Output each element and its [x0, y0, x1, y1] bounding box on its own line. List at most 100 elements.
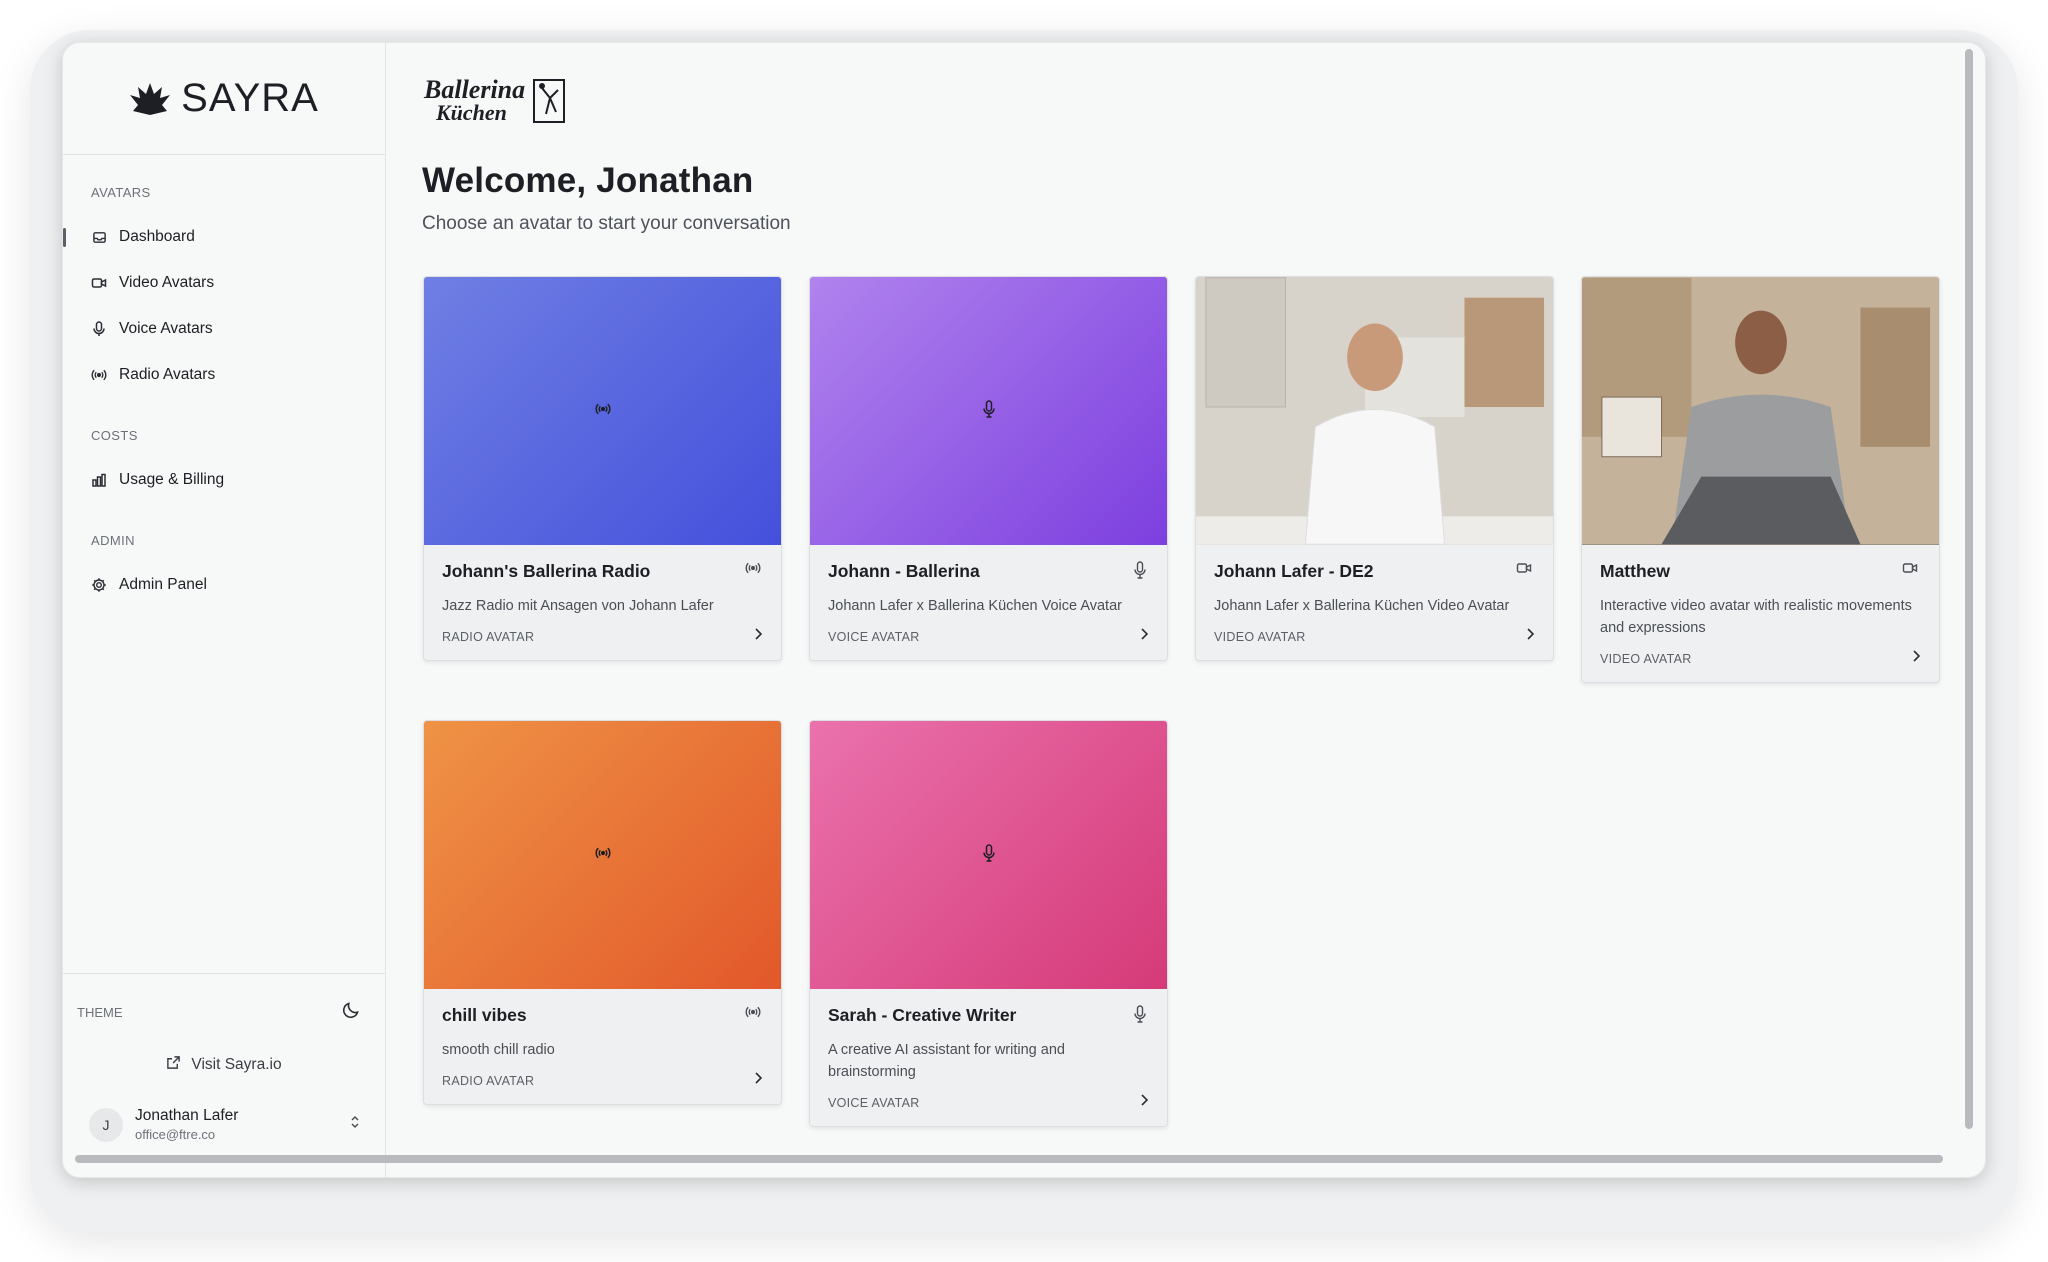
user-menu[interactable]: J Jonathan Lafer office@ftre.co — [63, 1107, 385, 1142]
radio-icon — [745, 561, 761, 580]
sidebar-item-label: Radio Avatars — [119, 366, 216, 383]
card-kind: RADIO AVATAR — [442, 629, 535, 644]
app-window: SAYRA AVATARS Dashboard Video Avatars Vo… — [62, 42, 1986, 1178]
section-label-costs: COSTS — [91, 428, 138, 443]
brand-logo[interactable]: SAYRA — [63, 43, 385, 155]
card-media — [424, 721, 781, 989]
man-laptop-photo — [1582, 277, 1939, 545]
avatar-card[interactable]: Matthew Interactive video avatar with re… — [1581, 276, 1940, 683]
card-description: Johann Lafer x Ballerina Küchen Video Av… — [1214, 598, 1510, 614]
sidebar: SAYRA AVATARS Dashboard Video Avatars Vo… — [63, 43, 386, 1177]
radio-icon — [595, 402, 611, 421]
inbox-icon — [91, 229, 107, 245]
microphone-icon — [982, 843, 996, 867]
card-footer: VOICE AVATAR — [828, 627, 1149, 646]
chevron-right-icon[interactable] — [1139, 1093, 1149, 1112]
avatar-card[interactable]: Johann's Ballerina Radio Jazz Radio mit … — [423, 276, 782, 661]
card-body: Matthew Interactive video avatar with re… — [1582, 545, 1939, 682]
avatar-card[interactable]: Johann - Ballerina Johann Lafer x Baller… — [809, 276, 1168, 661]
chef-photo — [1196, 277, 1553, 545]
card-description: Interactive video avatar with realistic … — [1600, 598, 1912, 636]
chevron-right-icon[interactable] — [753, 627, 763, 646]
theme-label: THEME — [77, 1005, 123, 1020]
nav-section-costs: COSTS Usage & Billing — [63, 428, 385, 503]
radio-icon — [595, 846, 611, 865]
card-description: smooth chill radio — [442, 1042, 555, 1058]
radio-icon — [91, 367, 107, 383]
microphone-icon — [1133, 561, 1147, 584]
avatar-card[interactable]: chill vibes smooth chill radio RADIO AVA… — [423, 720, 782, 1105]
visit-sayra-label: Visit Sayra.io — [191, 1056, 282, 1073]
moon-icon[interactable] — [341, 1000, 361, 1025]
video-icon — [1901, 561, 1919, 580]
card-media — [810, 277, 1167, 545]
chevron-up-down-icon — [349, 1114, 361, 1135]
sidebar-item-label: Video Avatars — [119, 274, 215, 291]
card-description: Johann Lafer x Ballerina Küchen Voice Av… — [828, 598, 1122, 614]
sidebar-item-radio-avatars[interactable]: Radio Avatars — [91, 352, 385, 398]
ballerina-kuechen-logo: Ballerina Küchen — [423, 75, 565, 125]
video-icon — [1515, 561, 1533, 580]
sidebar-item-video-avatars[interactable]: Video Avatars — [91, 260, 385, 306]
sidebar-item-voice-avatars[interactable]: Voice Avatars — [91, 306, 385, 352]
sidebar-item-dashboard[interactable]: Dashboard — [63, 214, 385, 260]
sidebar-footer: THEME Visit Sayra.io J Jonathan Lafer of… — [63, 973, 385, 1177]
avatar-card[interactable]: Johann Lafer - DE2 Johann Lafer x Baller… — [1195, 276, 1554, 661]
video-icon — [91, 275, 107, 291]
main-content: Ballerina Küchen Welcome, Jonathan Choos… — [387, 43, 1985, 1177]
svg-text:Küchen: Küchen — [435, 100, 507, 125]
horizontal-scrollbar[interactable] — [75, 1155, 1943, 1163]
card-description: Jazz Radio mit Ansagen von Johann Lafer — [442, 598, 714, 614]
sidebar-item-usage-billing[interactable]: Usage & Billing — [91, 457, 385, 503]
page-subtitle: Choose an avatar to start your conversat… — [422, 213, 791, 234]
user-info: Jonathan Lafer office@ftre.co — [135, 1107, 238, 1142]
nav-section-avatars: AVATARS Dashboard Video Avatars Voice Av… — [63, 185, 385, 398]
card-body: Johann - Ballerina Johann Lafer x Baller… — [810, 545, 1167, 660]
chevron-right-icon[interactable] — [1139, 627, 1149, 646]
card-title: Matthew — [1600, 561, 1670, 581]
sidebar-item-label: Dashboard — [119, 228, 195, 245]
card-footer: VIDEO AVATAR — [1214, 627, 1535, 646]
card-title: Johann's Ballerina Radio — [442, 561, 651, 581]
card-title: Johann - Ballerina — [828, 561, 980, 581]
theme-row: THEME — [63, 974, 385, 1025]
sidebar-item-label: Voice Avatars — [119, 320, 213, 337]
external-link-icon — [166, 1055, 181, 1075]
chevron-right-icon[interactable] — [1525, 627, 1535, 646]
card-kind: VOICE AVATAR — [828, 1095, 920, 1110]
client-logo: Ballerina Küchen — [422, 75, 572, 131]
bar-chart-icon — [91, 472, 107, 488]
card-media — [810, 721, 1167, 989]
nav-section-admin: ADMIN Admin Panel — [63, 533, 385, 608]
card-media — [424, 277, 781, 545]
brand-name: SAYRA — [181, 76, 319, 120]
chevron-right-icon[interactable] — [753, 1071, 763, 1090]
card-media-photo — [1196, 277, 1553, 545]
card-footer: VOICE AVATAR — [828, 1093, 1149, 1112]
gear-icon — [91, 577, 107, 593]
card-footer: RADIO AVATAR — [442, 627, 763, 646]
card-body: chill vibes smooth chill radio RADIO AVA… — [424, 989, 781, 1104]
card-body: Johann Lafer - DE2 Johann Lafer x Baller… — [1196, 545, 1553, 660]
user-name: Jonathan Lafer — [135, 1107, 239, 1124]
radio-icon — [745, 1005, 761, 1024]
card-title: chill vibes — [442, 1005, 527, 1025]
microphone-icon — [1133, 1005, 1147, 1028]
card-footer: RADIO AVATAR — [442, 1071, 763, 1090]
avatar-card[interactable]: Sarah - Creative Writer A creative AI as… — [809, 720, 1168, 1127]
sayra-mark-icon — [130, 82, 171, 115]
card-kind: VIDEO AVATAR — [1214, 629, 1306, 644]
sidebar-item-admin-panel[interactable]: Admin Panel — [91, 562, 385, 608]
card-footer: VIDEO AVATAR — [1600, 649, 1921, 668]
microphone-icon — [982, 399, 996, 423]
card-title: Johann Lafer - DE2 — [1214, 561, 1374, 581]
card-kind: VIDEO AVATAR — [1600, 651, 1692, 666]
card-media-photo — [1582, 277, 1939, 545]
visit-sayra-link[interactable]: Visit Sayra.io — [63, 1055, 385, 1075]
sidebar-item-label: Admin Panel — [119, 576, 207, 593]
vertical-scrollbar[interactable] — [1965, 49, 1973, 1129]
page-title: Welcome, Jonathan — [422, 161, 754, 200]
card-body: Johann's Ballerina Radio Jazz Radio mit … — [424, 545, 781, 660]
chevron-right-icon[interactable] — [1911, 649, 1921, 668]
section-label-admin: ADMIN — [91, 533, 135, 548]
